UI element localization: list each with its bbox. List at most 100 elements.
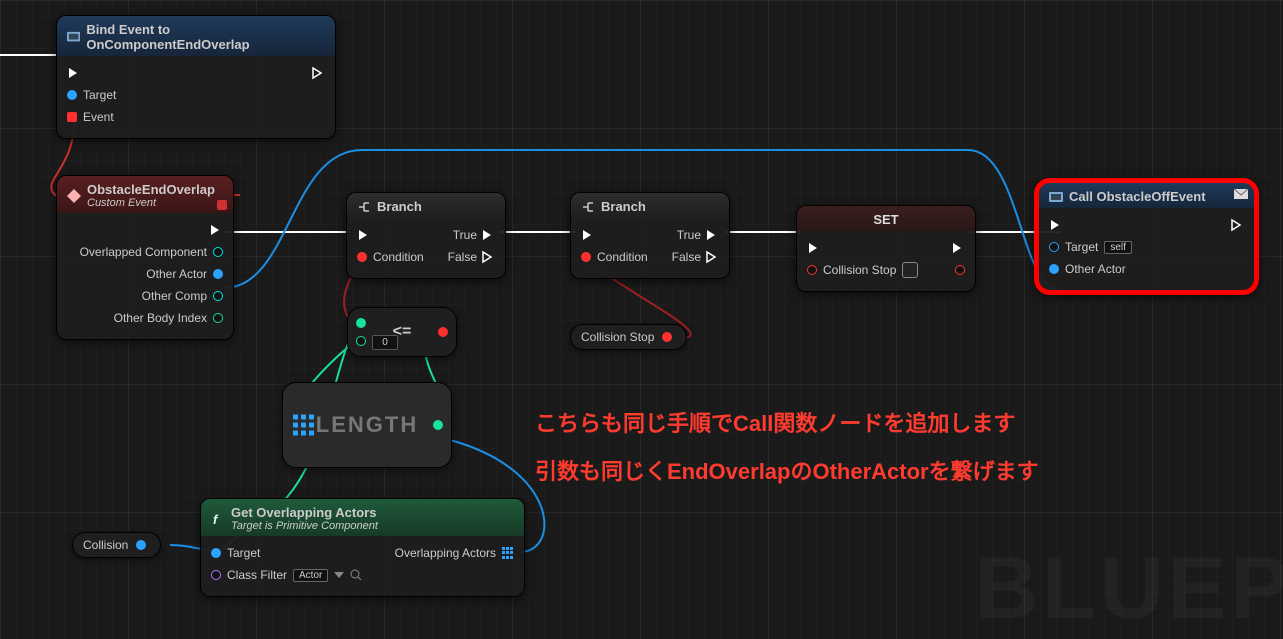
exec-out-icon[interactable] xyxy=(481,228,495,242)
pin-a[interactable] xyxy=(356,318,366,328)
node-branch-1[interactable]: Branch True Condition False xyxy=(346,192,506,279)
pin-label: Other Body Index xyxy=(114,311,207,325)
pin-label: Target xyxy=(227,546,260,560)
pin-label: False xyxy=(672,250,701,264)
pin-label: Collision Stop xyxy=(823,263,896,277)
condition-pin[interactable] xyxy=(357,252,367,262)
pin-label: Other Comp xyxy=(142,289,207,303)
pin-label: True xyxy=(453,228,477,242)
exec-in-icon[interactable] xyxy=(1049,218,1063,232)
pin-out[interactable] xyxy=(213,291,223,301)
pill-collision-stop[interactable]: Collision Stop xyxy=(570,324,687,350)
exec-out-icon[interactable] xyxy=(311,66,325,80)
var-in-pin[interactable] xyxy=(807,265,817,275)
array-out-pin[interactable] xyxy=(502,547,514,559)
node-header: SET xyxy=(797,206,975,231)
exec-out-icon[interactable] xyxy=(705,228,719,242)
node-header: ObstacleEndOverlap Custom Event xyxy=(57,176,233,213)
function-f-icon: f xyxy=(211,512,225,526)
svg-text:f: f xyxy=(213,512,219,526)
node-title: Branch xyxy=(377,199,422,214)
pin-label: Other Actor xyxy=(146,267,207,281)
node-header: Bind Event to OnComponentEndOverlap xyxy=(57,16,335,56)
node-header: Branch xyxy=(571,193,729,218)
exec-out-icon[interactable] xyxy=(209,223,223,237)
pin-out[interactable] xyxy=(136,540,146,550)
node-get-overlapping-actors[interactable]: f Get Overlapping Actors Target is Primi… xyxy=(200,498,525,597)
delegate-pin[interactable] xyxy=(217,200,227,210)
exec-in-icon[interactable] xyxy=(67,66,81,80)
node-branch-2[interactable]: Branch True Condition False xyxy=(570,192,730,279)
function-icon xyxy=(67,30,80,44)
node-title: Branch xyxy=(601,199,646,214)
envelope-icon xyxy=(1234,187,1248,201)
branch-icon xyxy=(581,200,595,214)
pin-label: Condition xyxy=(373,250,424,264)
node-title: Get Overlapping Actors xyxy=(231,505,376,520)
node-compare[interactable]: <= xyxy=(347,307,457,357)
pin-result[interactable] xyxy=(438,327,448,337)
condition-pin[interactable] xyxy=(581,252,591,262)
node-title: Call ObstacleOffEvent xyxy=(1069,189,1206,204)
class-filter-pin[interactable] xyxy=(211,570,221,580)
annotation-line-2: 引数も同じくEndOverlapのOtherActorを繋げます xyxy=(535,454,1039,486)
pin-out[interactable] xyxy=(213,313,223,323)
node-custom-event[interactable]: ObstacleEndOverlap Custom Event Overlapp… xyxy=(56,175,234,340)
bool-checkbox[interactable] xyxy=(902,262,918,278)
pill-label: Collision Stop xyxy=(581,330,654,344)
self-value: self xyxy=(1104,241,1132,254)
watermark: BLUEP xyxy=(975,537,1283,639)
pin-out[interactable] xyxy=(433,420,443,430)
pin-b[interactable] xyxy=(356,336,366,346)
pill-label: Collision xyxy=(83,538,128,552)
browse-icon[interactable] xyxy=(350,569,362,581)
pin-label: Class Filter xyxy=(227,568,287,582)
node-title: ObstacleEndOverlap xyxy=(87,182,215,197)
pin-label: Other Actor xyxy=(1065,262,1126,276)
length-label: LENGTH xyxy=(316,412,418,438)
exec-out-icon[interactable] xyxy=(951,241,965,255)
node-length[interactable]: LENGTH xyxy=(282,382,452,468)
other-actor-pin[interactable] xyxy=(1049,264,1059,274)
exec-in-icon[interactable] xyxy=(357,228,371,242)
pin-out[interactable] xyxy=(213,247,223,257)
var-out-pin[interactable] xyxy=(955,265,965,275)
actor-class-value[interactable]: Actor xyxy=(293,569,328,582)
node-subtitle: Target is Primitive Component xyxy=(231,520,378,532)
pin-label: Target xyxy=(1065,240,1098,254)
node-set[interactable]: SET Collision Stop xyxy=(796,205,976,292)
pin-label: Target xyxy=(83,88,116,102)
array-in-pin[interactable] xyxy=(293,415,314,436)
pin-label: Overlapped Component xyxy=(80,245,207,259)
target-pin[interactable] xyxy=(211,548,221,558)
node-header: f Get Overlapping Actors Target is Primi… xyxy=(201,499,524,536)
node-bind-event[interactable]: Bind Event to OnComponentEndOverlap Targ… xyxy=(56,15,336,139)
event-pin[interactable] xyxy=(67,112,77,122)
exec-in-icon[interactable] xyxy=(581,228,595,242)
pin-label: False xyxy=(448,250,477,264)
pill-collision[interactable]: Collision xyxy=(72,532,161,558)
annotation-line-1: こちらも同じ手順でCall関数ノードを追加します xyxy=(535,406,1015,438)
pin-out[interactable] xyxy=(662,332,672,342)
pin-label: Condition xyxy=(597,250,648,264)
node-title: Bind Event to OnComponentEndOverlap xyxy=(86,22,325,52)
function-icon xyxy=(1049,190,1063,204)
node-header: Call ObstacleOffEvent xyxy=(1039,183,1254,208)
target-pin[interactable] xyxy=(1049,242,1059,252)
node-header: Branch xyxy=(347,193,505,218)
exec-out-icon[interactable] xyxy=(481,250,495,264)
target-pin[interactable] xyxy=(67,90,77,100)
compare-value-input[interactable] xyxy=(372,335,398,350)
exec-out-icon[interactable] xyxy=(705,250,719,264)
pin-out[interactable] xyxy=(213,269,223,279)
pin-label: Overlapping Actors xyxy=(395,546,496,560)
event-icon xyxy=(67,189,81,203)
exec-out-icon[interactable] xyxy=(1230,218,1244,232)
chevron-down-icon[interactable] xyxy=(334,570,344,580)
exec-in-icon[interactable] xyxy=(807,241,821,255)
node-subtitle: Custom Event xyxy=(87,197,215,209)
branch-icon xyxy=(357,200,371,214)
node-title: SET xyxy=(873,212,898,227)
node-call-obstacleoffevent[interactable]: Call ObstacleOffEvent Target self Other A… xyxy=(1034,178,1259,295)
pin-label: True xyxy=(677,228,701,242)
